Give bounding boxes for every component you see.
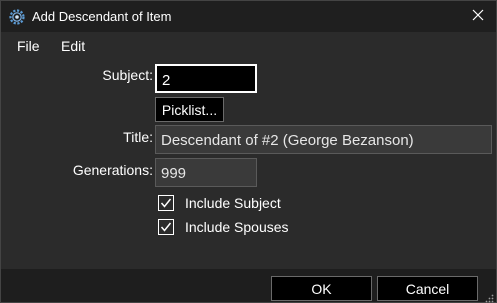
- ok-button[interactable]: OK: [271, 276, 372, 301]
- include-spouses-checkbox[interactable]: [158, 219, 174, 235]
- window-title: Add Descendant of Item: [32, 9, 172, 24]
- generations-input[interactable]: 999: [155, 158, 257, 187]
- include-subject-label: Include Subject: [185, 195, 281, 211]
- menu-file[interactable]: File: [17, 38, 40, 54]
- generations-label: Generations:: [72, 162, 153, 178]
- close-icon: [472, 8, 484, 26]
- title-field[interactable]: Descendant of #2 (George Bezanson): [155, 125, 492, 154]
- include-spouses-row[interactable]: Include Spouses: [158, 217, 289, 237]
- cancel-button[interactable]: Cancel: [377, 276, 478, 301]
- close-button[interactable]: [460, 1, 496, 32]
- subject-label: Subject:: [102, 67, 153, 83]
- menu-edit[interactable]: Edit: [61, 38, 85, 54]
- button-bar: OK Cancel: [1, 269, 496, 303]
- title-label: Title:: [123, 129, 153, 145]
- checkmark-icon: [160, 198, 172, 208]
- app-gear-icon: [8, 8, 26, 26]
- title-bar: Add Descendant of Item: [1, 1, 496, 32]
- subject-input[interactable]: 2: [155, 64, 257, 93]
- include-subject-row[interactable]: Include Subject: [158, 193, 281, 213]
- form-area: Subject: 2 Picklist... Title: Descendant…: [1, 59, 496, 269]
- dialog-window: Add Descendant of Item File Edit Subject…: [0, 0, 497, 303]
- include-subject-checkbox[interactable]: [158, 195, 174, 211]
- menu-bar: File Edit: [1, 32, 496, 59]
- picklist-button[interactable]: Picklist...: [155, 97, 224, 122]
- include-spouses-label: Include Spouses: [185, 219, 289, 235]
- resize-grip-icon[interactable]: [484, 290, 494, 303]
- checkmark-icon: [160, 222, 172, 232]
